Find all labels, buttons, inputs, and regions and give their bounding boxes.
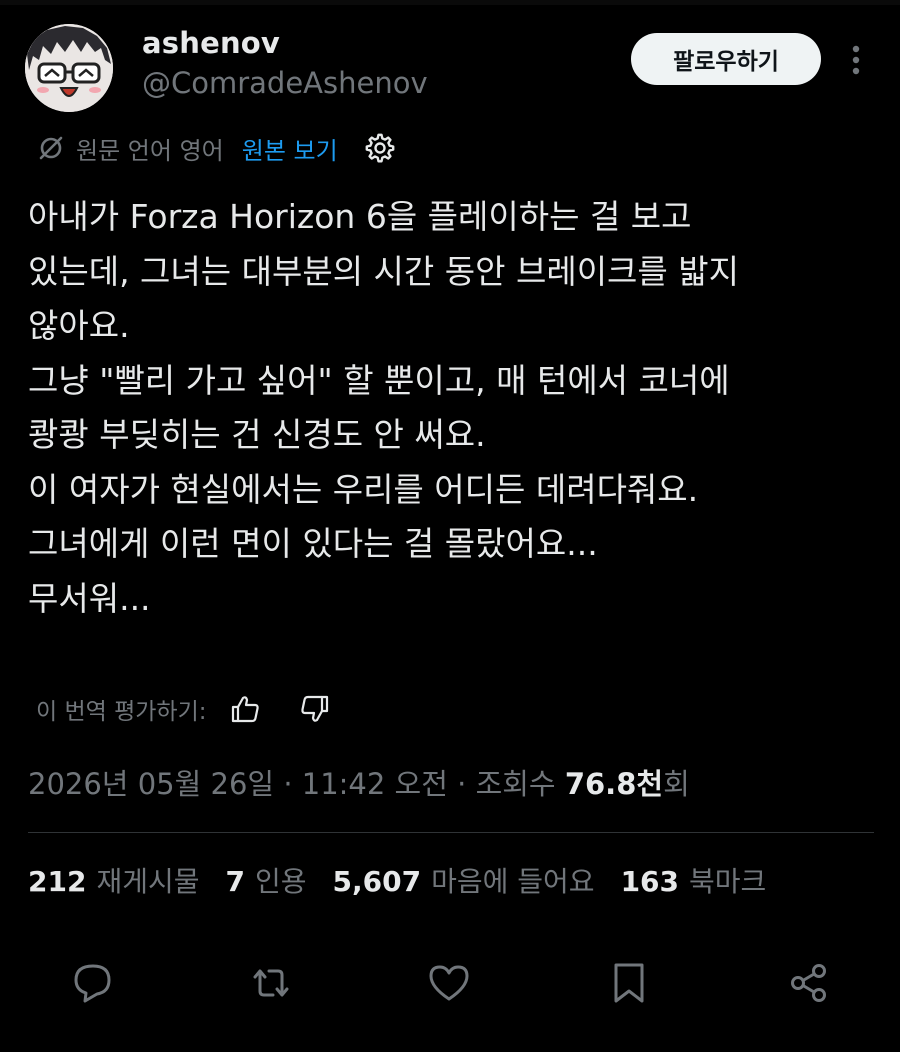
thumbs-down-icon (300, 695, 328, 722)
bookmarks-count: 163 (620, 865, 680, 898)
author-display-name[interactable]: ashenov (142, 26, 280, 60)
thumbs-up-icon (231, 696, 259, 723)
tweet-time[interactable]: 11:42 오전 (302, 767, 448, 801)
reposts-label: 재게시물 (96, 865, 200, 898)
meta-separator: · (283, 767, 293, 801)
heart-icon (429, 965, 469, 1001)
tweet-date[interactable]: 2026년 05월 26일 (28, 767, 274, 801)
tweet-line: 그냥 "빨리 가고 싶어" 할 뿐이고, 매 턴에서 코너에 (28, 360, 730, 400)
bookmark-icon (614, 963, 644, 1003)
tweet-line: 아내가 Forza Horizon 6을 플레이하는 걸 보고 (28, 197, 692, 236)
bookmarks-label: 북마크 (689, 865, 767, 898)
more-options-button[interactable] (840, 40, 872, 80)
reposts-stat[interactable]: 212 재게시물 (28, 860, 200, 900)
tweet-line: 이 여자가 현실에서는 우리를 어디든 데려다줘요. (28, 469, 699, 509)
avatar[interactable] (25, 24, 113, 112)
meta-separator: · (457, 767, 467, 801)
quotes-count: 7 (225, 865, 245, 898)
follow-button[interactable]: 팔로우하기 (631, 33, 821, 85)
share-button[interactable] (786, 960, 832, 1006)
top-edge-strip (0, 0, 900, 5)
quotes-label: 인용 (254, 865, 307, 898)
source-language-label: 원문 언어 영어 (76, 136, 224, 165)
quotes-stat[interactable]: 7 인용 (226, 860, 307, 900)
views-label: 조회수 (475, 767, 556, 801)
tweet-line: 그녀에게 이런 면이 있다는 걸 몰랐어요... (28, 524, 598, 563)
thumbs-down-button[interactable] (297, 691, 333, 727)
tweet-text: 아내가 Forza Horizon 6을 플레이하는 걸 보고 있는데, 그녀는… (28, 190, 878, 626)
tweet-meta: 2026년 05월 26일 · 11:42 오전 · 조회수 76.8천회 (28, 761, 690, 803)
tweet-line: 무서워... (28, 578, 151, 618)
divider (28, 832, 874, 833)
bookmarks-stat[interactable]: 163 북마크 (621, 860, 767, 900)
likes-stat[interactable]: 5,607 마음에 들어요 (333, 860, 595, 900)
reposts-count: 212 (28, 865, 87, 898)
reply-button[interactable] (70, 960, 116, 1006)
author-handle[interactable]: @ComradeAshenov (142, 66, 428, 100)
share-icon (791, 964, 826, 1002)
translate-icon (39, 136, 63, 160)
show-original-link[interactable]: 원본 보기 (242, 131, 338, 166)
engagement-stats: 212 재게시물 7 인용 5,607 마음에 들어요 163 북마크 (28, 860, 766, 900)
reply-icon (74, 964, 111, 1003)
translation-bar: 원문 언어 영어 원본 보기 (36, 130, 396, 166)
likes-count: 5,607 (332, 865, 422, 898)
views-suffix: 회 (663, 767, 690, 801)
avatar-image (25, 24, 113, 112)
repost-icon (253, 969, 289, 997)
likes-label: 마음에 들어요 (431, 865, 595, 898)
like-button[interactable] (426, 960, 472, 1006)
more-vertical-icon (852, 45, 860, 75)
tweet-line: 있는데, 그녀는 대부분의 시간 동안 브레이크를 밟지 (28, 251, 739, 291)
thumbs-up-button[interactable] (227, 691, 263, 727)
gear-icon[interactable] (364, 132, 396, 164)
repost-button[interactable] (248, 960, 294, 1006)
bookmark-button[interactable] (606, 960, 652, 1006)
tweet-line: 쾅쾅 부딪히는 건 신경도 안 써요. (28, 415, 486, 454)
views-count: 76.8천 (564, 767, 664, 801)
rate-translation-row: 이 번역 평가하기: (36, 689, 333, 729)
tweet-line: 않아요. (28, 306, 130, 345)
rate-translation-label: 이 번역 평가하기: (36, 699, 207, 725)
